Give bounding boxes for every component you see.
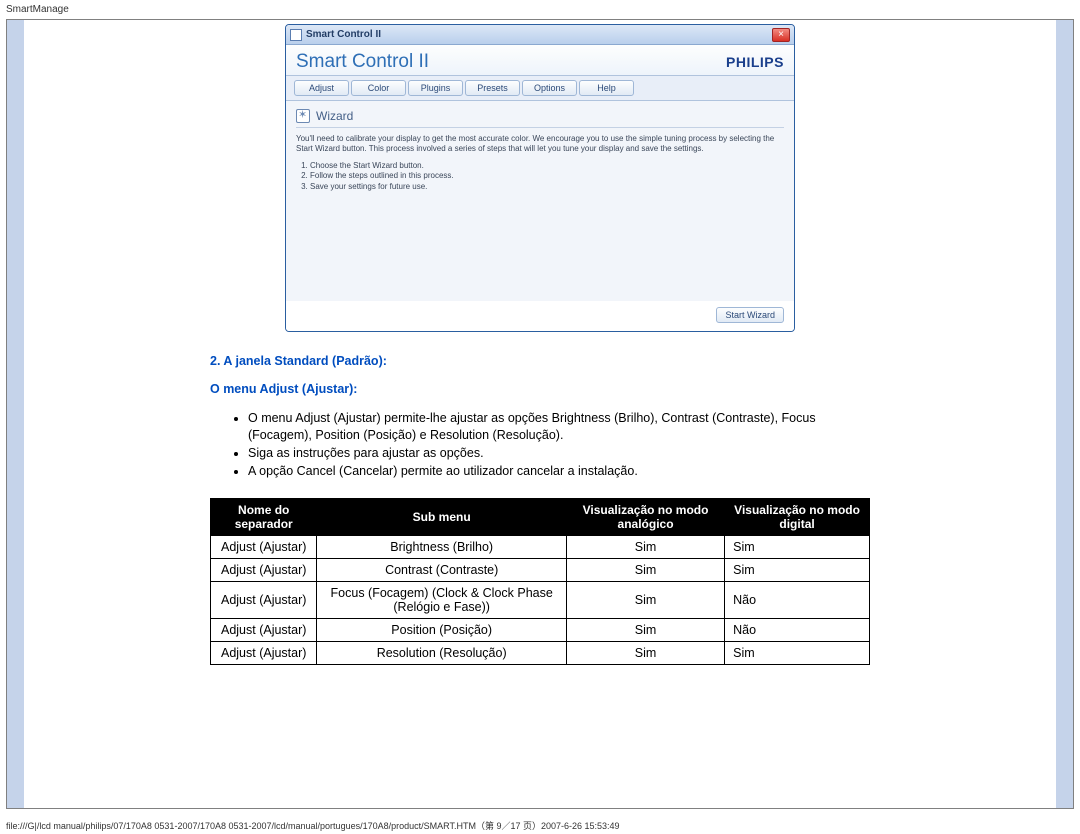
cell: Sim xyxy=(566,581,724,618)
tab-plugins[interactable]: Plugins xyxy=(408,80,463,96)
wizard-step: Follow the steps outlined in this proces… xyxy=(310,171,784,181)
app-icon xyxy=(290,29,302,41)
cell: Adjust (Ajustar) xyxy=(211,581,317,618)
tab-presets[interactable]: Presets xyxy=(465,80,520,96)
bullet-list: O menu Adjust (Ajustar) permite-lhe ajus… xyxy=(210,410,870,480)
page-frame: Smart Control II × Smart Control II PHIL… xyxy=(6,19,1074,809)
th-analog: Visualização no modo analógico xyxy=(566,498,724,535)
brand-logo: PHILIPS xyxy=(726,54,784,70)
right-sidebar xyxy=(1056,20,1073,808)
cell: Não xyxy=(725,581,870,618)
cell: Resolution (Resolução) xyxy=(317,641,566,664)
list-item: Siga as instruções para ajustar as opçõe… xyxy=(248,445,870,462)
tab-bar: Adjust Color Plugins Presets Options Hel… xyxy=(286,76,794,101)
wizard-step: Choose the Start Wizard button. xyxy=(310,161,784,171)
titlebar-text: Smart Control II xyxy=(306,29,770,40)
th-submenu: Sub menu xyxy=(317,498,566,535)
table-row: Adjust (Ajustar) Contrast (Contraste) Si… xyxy=(211,558,870,581)
options-table: Nome do separador Sub menu Visualização … xyxy=(210,498,870,665)
cell: Sim xyxy=(725,535,870,558)
titlebar: Smart Control II × xyxy=(286,25,794,45)
cell: Brightness (Brilho) xyxy=(317,535,566,558)
app-window: Smart Control II × Smart Control II PHIL… xyxy=(285,24,795,332)
th-digital: Visualização no modo digital xyxy=(725,498,870,535)
wizard-icon xyxy=(296,109,310,123)
heading-standard: 2. A janela Standard (Padrão): xyxy=(210,354,870,368)
tab-help[interactable]: Help xyxy=(579,80,634,96)
cell: Adjust (Ajustar) xyxy=(211,641,317,664)
table-row: Adjust (Ajustar) Position (Posição) Sim … xyxy=(211,618,870,641)
cell: Sim xyxy=(566,618,724,641)
list-item: A opção Cancel (Cancelar) permite ao uti… xyxy=(248,463,870,480)
start-wizard-button[interactable]: Start Wizard xyxy=(716,307,784,323)
cell: Não xyxy=(725,618,870,641)
app-title: Smart Control II xyxy=(296,51,429,73)
cell: Contrast (Contraste) xyxy=(317,558,566,581)
wizard-panel: Wizard You'll need to calibrate your dis… xyxy=(286,101,794,301)
table-header-row: Nome do separador Sub menu Visualização … xyxy=(211,498,870,535)
table-row: Adjust (Ajustar) Brightness (Brilho) Sim… xyxy=(211,535,870,558)
cell: Adjust (Ajustar) xyxy=(211,535,317,558)
tab-color[interactable]: Color xyxy=(351,80,406,96)
left-sidebar xyxy=(7,20,24,808)
cell: Focus (Focagem) (Clock & Clock Phase (Re… xyxy=(317,581,566,618)
th-tab: Nome do separador xyxy=(211,498,317,535)
tab-options[interactable]: Options xyxy=(522,80,577,96)
wizard-step: Save your settings for future use. xyxy=(310,182,784,192)
page-footer: file:///G|/lcd manual/philips/07/170A8 0… xyxy=(6,819,620,832)
list-item: O menu Adjust (Ajustar) permite-lhe ajus… xyxy=(248,410,870,444)
cell: Position (Posição) xyxy=(317,618,566,641)
table-row: Adjust (Ajustar) Resolution (Resolução) … xyxy=(211,641,870,664)
cell: Sim xyxy=(566,535,724,558)
tab-adjust[interactable]: Adjust xyxy=(294,80,349,96)
cell: Sim xyxy=(566,558,724,581)
cell: Sim xyxy=(566,641,724,664)
close-icon[interactable]: × xyxy=(772,28,790,42)
cell: Adjust (Ajustar) xyxy=(211,618,317,641)
table-row: Adjust (Ajustar) Focus (Focagem) (Clock … xyxy=(211,581,870,618)
wizard-label: Wizard xyxy=(316,109,353,123)
cell: Sim xyxy=(725,641,870,664)
cell: Sim xyxy=(725,558,870,581)
cell: Adjust (Ajustar) xyxy=(211,558,317,581)
page-header: SmartManage xyxy=(0,0,1080,19)
wizard-intro: You'll need to calibrate your display to… xyxy=(296,134,784,155)
heading-adjust: O menu Adjust (Ajustar): xyxy=(210,382,870,396)
